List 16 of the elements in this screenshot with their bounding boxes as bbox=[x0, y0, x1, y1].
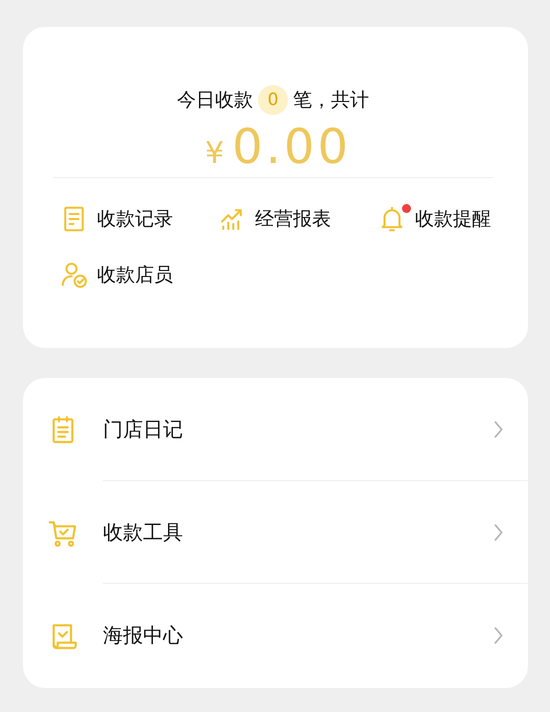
action-link[interactable]: 收款提醒 bbox=[415, 206, 491, 232]
action-link[interactable]: 经营报表 bbox=[255, 206, 331, 232]
summary-label: 今日收款 bbox=[177, 88, 253, 113]
menu-item[interactable]: 收款工具 bbox=[103, 518, 183, 546]
currency-symbol: ¥ bbox=[205, 136, 224, 171]
menu-item[interactable]: 门店日记 bbox=[103, 416, 183, 442]
chevron-icon[interactable] bbox=[493, 626, 504, 645]
action-link[interactable]: 收款记录 bbox=[97, 206, 173, 232]
person-check-icon bbox=[59, 260, 89, 290]
summary-label: 笔，共计 bbox=[293, 88, 369, 113]
action-link[interactable]: 收款店员 bbox=[97, 262, 173, 288]
chevron-icon[interactable] bbox=[493, 420, 504, 438]
menu-item[interactable]: 海报中心 bbox=[103, 622, 183, 649]
amount-value: 0.00 bbox=[232, 119, 351, 175]
count-badge: 0 bbox=[258, 85, 288, 115]
chevron-icon[interactable] bbox=[493, 522, 504, 542]
